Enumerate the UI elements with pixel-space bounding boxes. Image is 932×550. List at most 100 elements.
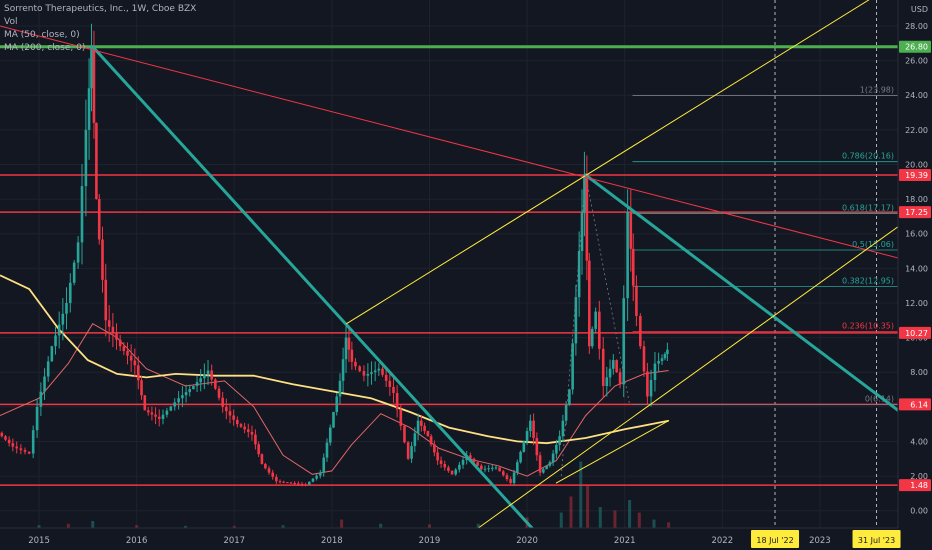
time-tick-label: 2022 xyxy=(711,536,733,546)
candle-body xyxy=(447,467,450,471)
candle-body xyxy=(660,358,664,361)
candle-body xyxy=(95,122,98,200)
candle-body xyxy=(236,419,239,425)
time-tick-label: 2016 xyxy=(126,536,148,546)
candle-body xyxy=(366,373,370,376)
price-level-badge-label: 17.25 xyxy=(905,208,928,217)
volume-bar xyxy=(598,507,602,528)
candle-body xyxy=(615,360,618,373)
candle-body xyxy=(564,405,568,421)
candle-body xyxy=(239,424,243,427)
candle-body xyxy=(101,239,104,280)
volume-bar xyxy=(379,523,383,528)
volume-bar xyxy=(569,496,573,528)
candle-body xyxy=(126,350,129,356)
candle-body xyxy=(561,420,565,437)
volume-bar xyxy=(427,524,431,528)
candle-body xyxy=(225,406,228,412)
candle-body xyxy=(27,451,31,454)
candle-body xyxy=(395,392,399,410)
candle-body xyxy=(61,313,65,325)
candle-body xyxy=(0,432,4,437)
candle-body xyxy=(246,429,250,432)
candle-body xyxy=(426,431,430,437)
candle-body xyxy=(188,389,192,393)
fib-level-label: 0.382(12.95) xyxy=(842,277,894,286)
time-tick-label: 2021 xyxy=(614,536,636,546)
price-level-badge-label: 26.80 xyxy=(905,43,928,52)
candle-body xyxy=(480,465,483,470)
candle-body xyxy=(653,363,657,380)
candle-body xyxy=(487,468,490,470)
candle-body xyxy=(289,482,293,484)
price-tick-label: 4.00 xyxy=(910,437,928,446)
candle-body xyxy=(23,450,27,452)
price-chart[interactable]: 1(23.98)0.786(20.16)0.618(17.17)0.5(15.0… xyxy=(0,0,932,550)
candle-body xyxy=(423,425,426,432)
candle-body xyxy=(72,262,76,283)
price-tick-label: 18.00 xyxy=(905,195,928,204)
candle-body xyxy=(498,467,501,472)
candle-body xyxy=(115,333,118,340)
candle-body xyxy=(580,213,584,252)
candle-body xyxy=(322,457,326,473)
date-marker-badge-label: 31 Jul '23 xyxy=(858,536,895,545)
candle-body xyxy=(54,335,57,347)
candle-body xyxy=(250,431,254,435)
candle-body xyxy=(429,436,433,445)
candle-body xyxy=(214,379,217,389)
candle-body xyxy=(594,311,597,329)
candle-body xyxy=(639,315,642,347)
candle-body xyxy=(203,374,206,379)
candle-body xyxy=(260,454,264,464)
candle-body xyxy=(373,370,377,373)
candle-body xyxy=(92,46,96,123)
candle-body xyxy=(257,444,260,455)
candle-body xyxy=(416,420,420,434)
candle-body xyxy=(199,378,203,383)
price-axis-background xyxy=(898,0,932,550)
price-level-badge-label: 19.39 xyxy=(905,171,928,180)
candle-body xyxy=(111,326,115,334)
price-tick-label: 8.00 xyxy=(910,368,928,377)
candle-body xyxy=(483,468,487,470)
candle-body xyxy=(173,402,177,407)
fib-level-label: 0.236(10.35) xyxy=(842,322,894,331)
price-tick-label: 16.00 xyxy=(905,230,928,239)
candle-body xyxy=(516,462,519,473)
candle-body xyxy=(588,260,591,347)
candle-body xyxy=(358,366,361,372)
candle-body xyxy=(626,212,629,299)
legend-title: Sorrento Therapeutics, Inc., 1W, Cboe BZ… xyxy=(4,4,197,14)
candle-body xyxy=(344,337,348,360)
time-tick-label: 2017 xyxy=(223,536,245,546)
candle-body xyxy=(154,414,157,417)
candle-body xyxy=(388,380,392,387)
candle-body xyxy=(282,481,285,483)
candle-body xyxy=(519,451,522,463)
candle-body xyxy=(649,379,653,397)
candle-body xyxy=(195,382,199,387)
candle-body xyxy=(157,416,161,419)
price-level-badge-label: 1.48 xyxy=(910,481,928,490)
candle-body xyxy=(381,368,384,375)
candle-body xyxy=(80,186,84,243)
candle-body xyxy=(293,482,296,484)
candle-body xyxy=(228,411,232,416)
candle-body xyxy=(509,479,512,483)
candle-body xyxy=(413,433,417,447)
volume-bar xyxy=(340,519,344,528)
candle-body xyxy=(663,354,667,359)
chart-root: 1(23.98)0.786(20.16)0.618(17.17)0.5(15.0… xyxy=(0,0,932,550)
price-tick-label: 22.00 xyxy=(905,126,928,135)
candle-body xyxy=(7,439,11,444)
fib-level-label: 1(23.98) xyxy=(860,86,894,95)
price-tick-label: 0.00 xyxy=(910,507,928,516)
volume-bar xyxy=(579,461,583,528)
price-level-badge-label: 6.14 xyxy=(910,400,928,409)
candle-body xyxy=(532,420,535,438)
candle-body xyxy=(433,444,436,453)
price-tick-label: 26.00 xyxy=(905,57,928,66)
candle-body xyxy=(476,462,479,466)
candle-body xyxy=(538,455,542,473)
